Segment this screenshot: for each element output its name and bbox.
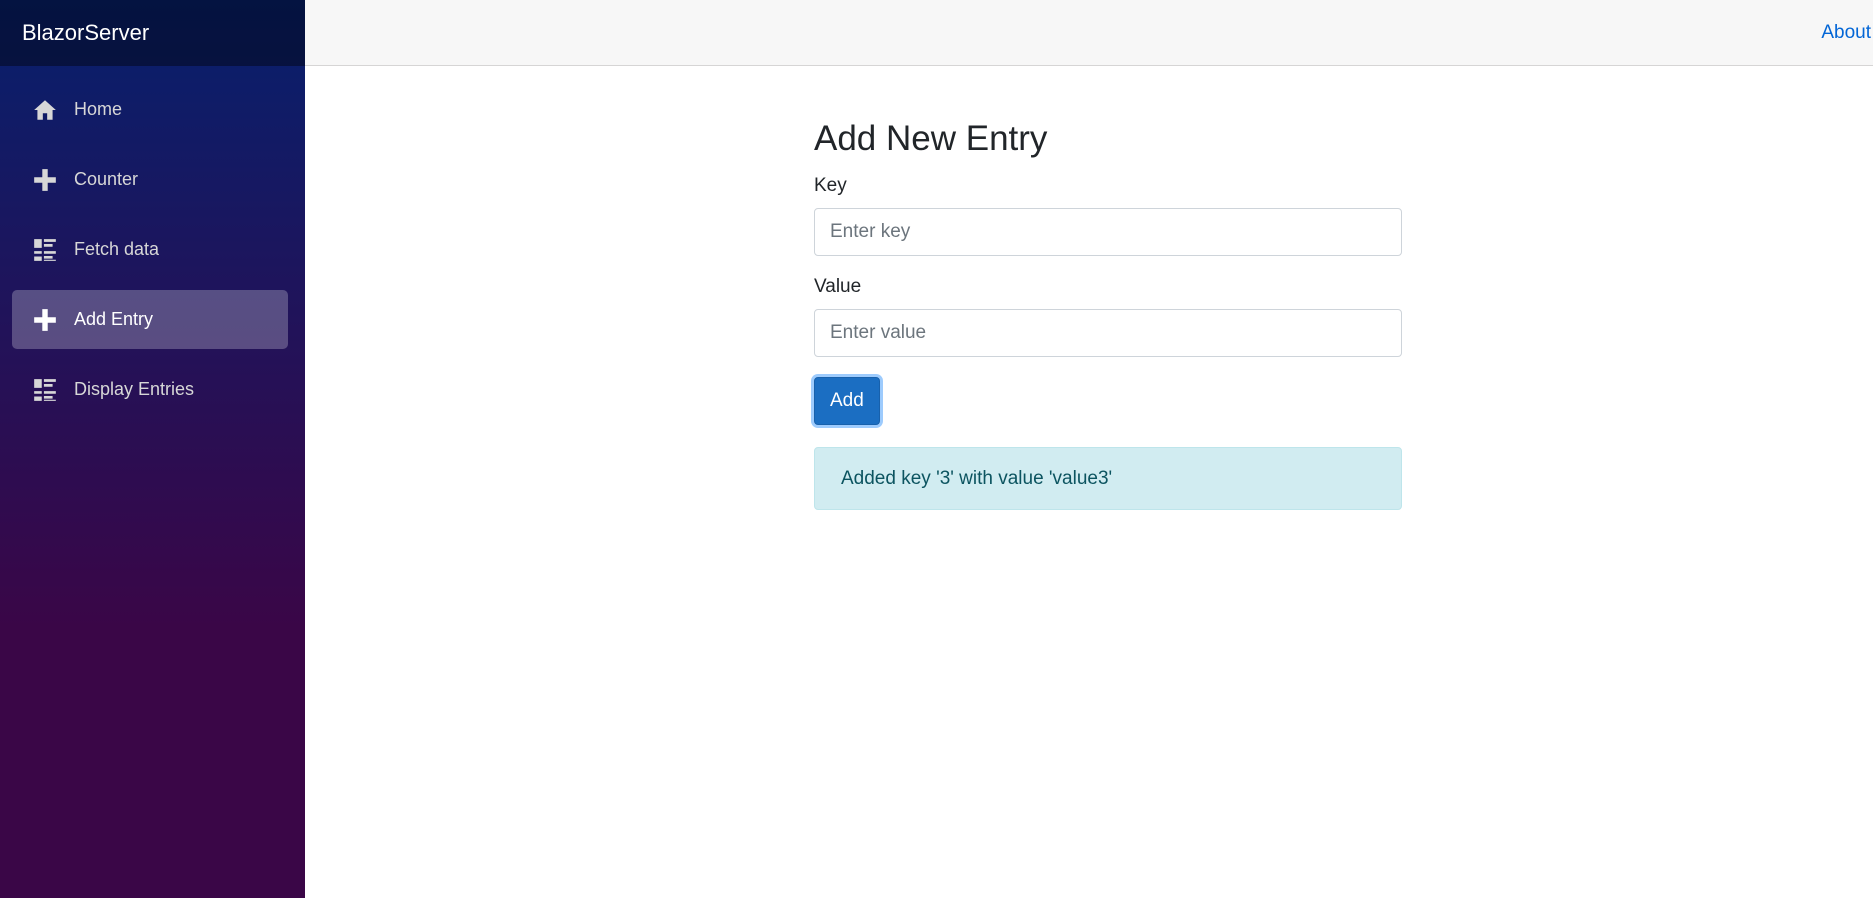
plus-icon	[31, 166, 59, 194]
sidebar-item-counter: Counter	[0, 150, 305, 209]
page-title: Add New Entry	[814, 119, 1048, 158]
status-message: Added key '3' with value 'value3'	[841, 467, 1113, 489]
sidebar-item-label: Home	[74, 99, 123, 119]
sidebar-item-label: Add Entry	[74, 309, 154, 329]
nav-link-counter[interactable]: Counter	[12, 150, 288, 209]
sidebar-item-home: Home	[0, 80, 305, 139]
nav-link-display-entries[interactable]: Display Entries	[12, 360, 288, 419]
sidebar: BlazorServer Home Counter Fetch data Add…	[0, 0, 305, 898]
about-link[interactable]: About	[1821, 22, 1871, 44]
top-row: About	[305, 0, 1873, 66]
list-icon	[31, 236, 59, 264]
plus-icon	[31, 306, 59, 334]
nav-link-home[interactable]: Home	[12, 80, 288, 139]
brand-bar: BlazorServer	[0, 0, 305, 66]
key-input[interactable]	[814, 208, 1402, 256]
main-content: Add New Entry Key Value Add Added key '3…	[814, 118, 1402, 510]
status-alert: Added key '3' with value 'value3'	[814, 447, 1402, 510]
nav-link-add-entry[interactable]: Add Entry	[12, 290, 288, 349]
nav-menu: Home Counter Fetch data Add Entry Displa…	[0, 66, 305, 419]
sidebar-item-label: Fetch data	[74, 239, 160, 259]
sidebar-item-label: Counter	[74, 169, 139, 189]
key-label: Key	[814, 175, 847, 196]
nav-link-fetch-data[interactable]: Fetch data	[12, 220, 288, 279]
add-button[interactable]: Add	[814, 377, 880, 425]
brand-link[interactable]: BlazorServer	[22, 20, 149, 46]
sidebar-item-display-entries: Display Entries	[0, 360, 305, 419]
sidebar-item-label: Display Entries	[74, 379, 195, 399]
sidebar-item-add-entry: Add Entry	[0, 290, 305, 349]
value-input[interactable]	[814, 309, 1402, 357]
sidebar-item-fetch-data: Fetch data	[0, 220, 305, 279]
list-icon	[31, 376, 59, 404]
value-label: Value	[814, 276, 862, 297]
home-icon	[31, 96, 59, 124]
